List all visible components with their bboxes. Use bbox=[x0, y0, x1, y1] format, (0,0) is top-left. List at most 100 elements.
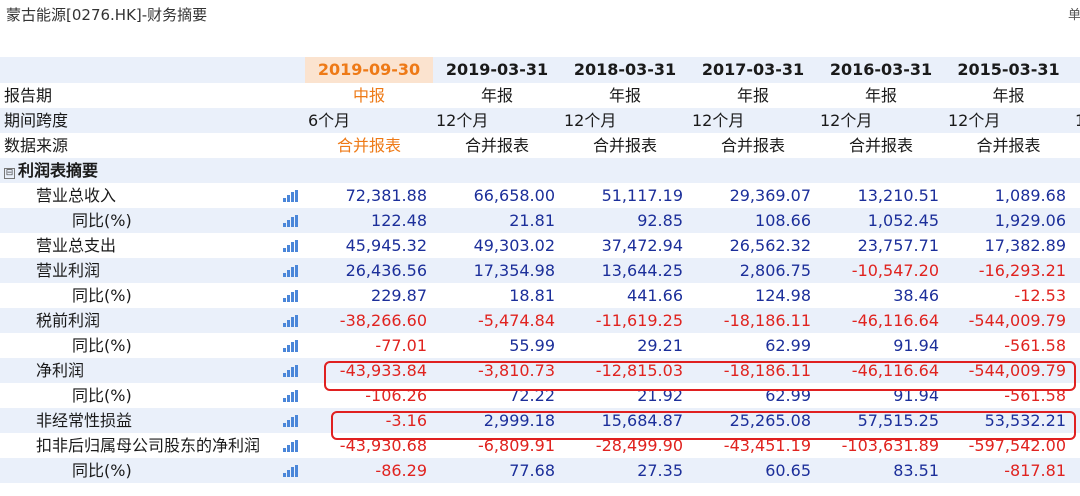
table-cell: -46,116.64 bbox=[851, 361, 939, 380]
table-row: 营业利润 26,436.56 17,354.98 13,644.25 2,806.75 -… bbox=[0, 258, 1080, 283]
table-cell: 6个月 bbox=[308, 111, 351, 130]
table-cell: 45,945.32 bbox=[345, 236, 427, 255]
section-title[interactable]: ⊟ 利润表摘要 bbox=[0, 158, 305, 183]
bar-chart-icon[interactable] bbox=[283, 190, 298, 202]
bar-chart-icon[interactable] bbox=[283, 315, 298, 327]
table-cell: -5,474.84 bbox=[477, 311, 555, 330]
row-label: 同比(%) bbox=[72, 286, 132, 305]
table-cell: 122.48 bbox=[371, 211, 427, 230]
row-label: 非经常性损益 bbox=[36, 411, 133, 430]
table-cell: 53,532.21 bbox=[984, 411, 1066, 430]
table-cell: 62.99 bbox=[765, 386, 811, 405]
row-label: 营业总收入 bbox=[36, 186, 117, 205]
meta-row-period-span: 期间跨度 6个月 12个月 12个月 12个月 12个月 12个月 1 bbox=[0, 108, 1080, 133]
table-cell: -561.58 bbox=[1004, 386, 1066, 405]
table-cell: 124.98 bbox=[755, 286, 811, 305]
bar-chart-icon[interactable] bbox=[283, 215, 298, 227]
unit-label: 单 bbox=[1068, 8, 1080, 23]
table-cell: 1,089.68 bbox=[994, 186, 1066, 205]
table-cell: -43,930.68 bbox=[339, 436, 427, 455]
bar-chart-icon[interactable] bbox=[283, 290, 298, 302]
table-cell: 12个月 bbox=[564, 111, 617, 130]
table-cell: 21.92 bbox=[637, 386, 683, 405]
table-cell: 49,303.02 bbox=[473, 236, 555, 255]
table-cell: 年报 bbox=[992, 86, 1025, 105]
bar-chart-icon[interactable] bbox=[283, 365, 298, 377]
table-cell: 38.46 bbox=[893, 286, 939, 305]
table-cell: -43,451.19 bbox=[723, 436, 811, 455]
table-cell: 91.94 bbox=[893, 336, 939, 355]
bar-chart-icon[interactable] bbox=[283, 415, 298, 427]
table-cell: 51,117.19 bbox=[601, 186, 683, 205]
header-blank bbox=[0, 57, 305, 83]
table-cell: 83.51 bbox=[893, 461, 939, 480]
table-cell: 年报 bbox=[864, 86, 897, 105]
table-cell: 2,999.18 bbox=[483, 411, 555, 430]
table-cell: 229.87 bbox=[371, 286, 427, 305]
table-row: 营业总收入 72,381.88 66,658.00 51,117.19 29,369.0… bbox=[0, 183, 1080, 208]
table-row: 净利润 -43,933.84 -3,810.73 -12,815.03 -18,186.… bbox=[0, 358, 1080, 383]
table-cell: -597,542.00 bbox=[968, 436, 1066, 455]
table-cell: -12.53 bbox=[1014, 286, 1066, 305]
table-row: 同比(%) -86.29 77.68 27.35 60.65 83.51 -817.81 bbox=[0, 458, 1080, 483]
collapse-icon[interactable]: ⊟ bbox=[4, 168, 15, 179]
table-cell: 合并报表 bbox=[848, 136, 913, 155]
table-cell: 92.85 bbox=[637, 211, 683, 230]
column-header[interactable]: 2015-03-31 bbox=[945, 57, 1072, 83]
financial-summary-table: 2019-09-30 2019-03-31 2018-03-31 2017-03… bbox=[0, 57, 1080, 483]
table-cell: -103,631.89 bbox=[841, 436, 939, 455]
row-label: 数据来源 bbox=[4, 136, 69, 155]
bar-chart-icon[interactable] bbox=[283, 265, 298, 277]
bar-chart-icon[interactable] bbox=[283, 390, 298, 402]
table-cell: 27.35 bbox=[637, 461, 683, 480]
table-cell: 2,806.75 bbox=[739, 261, 811, 280]
table-cell: 21.81 bbox=[509, 211, 555, 230]
table-cell: 1,929.06 bbox=[994, 211, 1066, 230]
table-cell: 55.99 bbox=[509, 336, 555, 355]
table-cell: 合并报表 bbox=[592, 136, 657, 155]
bar-chart-icon[interactable] bbox=[283, 465, 298, 477]
bar-chart-icon[interactable] bbox=[283, 440, 298, 452]
table-cell: -86.29 bbox=[375, 461, 427, 480]
bar-chart-icon[interactable] bbox=[283, 240, 298, 252]
table-cell: -18,186.11 bbox=[723, 311, 811, 330]
header-row: 2019-09-30 2019-03-31 2018-03-31 2017-03… bbox=[0, 57, 1080, 83]
table-cell: -106.26 bbox=[365, 386, 427, 405]
table-cell: 77.68 bbox=[509, 461, 555, 480]
table-row: 同比(%) 229.87 18.81 441.66 124.98 38.46 -12.53 bbox=[0, 283, 1080, 308]
table-cell: 108.66 bbox=[755, 211, 811, 230]
table-cell: -11,619.25 bbox=[595, 311, 683, 330]
page-title: 蒙古能源[0276.HK]-财务摘要 bbox=[6, 6, 208, 24]
table-cell: 62.99 bbox=[765, 336, 811, 355]
section-label: 利润表摘要 bbox=[18, 161, 99, 180]
meta-row-data-source: 数据来源 合并报表 合并报表 合并报表 合并报表 合并报表 合并报表 bbox=[0, 133, 1080, 158]
table-cell: -561.58 bbox=[1004, 336, 1066, 355]
table-cell: 合并报表 bbox=[464, 136, 529, 155]
table-cell: -817.81 bbox=[1004, 461, 1066, 480]
column-header[interactable]: 2017-03-31 bbox=[689, 57, 817, 83]
table-cell: -544,009.79 bbox=[968, 361, 1066, 380]
table-cell: 60.65 bbox=[765, 461, 811, 480]
table-cell: 12个月 bbox=[820, 111, 873, 130]
table-cell: -6,809.91 bbox=[477, 436, 555, 455]
table-cell: 合并报表 bbox=[336, 136, 401, 155]
section-income-statement: ⊟ 利润表摘要 bbox=[0, 158, 1080, 183]
column-header[interactable]: 2019-09-30 bbox=[305, 57, 433, 83]
table-cell: 13,644.25 bbox=[601, 261, 683, 280]
table-cell: -3.16 bbox=[385, 411, 427, 430]
column-header[interactable]: 2019-03-31 bbox=[433, 57, 561, 83]
table-cell: 17,382.89 bbox=[984, 236, 1066, 255]
table-cell: 26,562.32 bbox=[729, 236, 811, 255]
column-header[interactable]: 2016-03-31 bbox=[817, 57, 945, 83]
table-cell: 12个月 bbox=[692, 111, 745, 130]
table-cell: 66,658.00 bbox=[473, 186, 555, 205]
table-cell: 合并报表 bbox=[976, 136, 1041, 155]
table-cell: 25,265.08 bbox=[729, 411, 811, 430]
table-cell: -12,815.03 bbox=[595, 361, 683, 380]
row-label: 同比(%) bbox=[72, 461, 132, 480]
table-row: 非经常性损益 -3.16 2,999.18 15,684.87 25,265.08 57,… bbox=[0, 408, 1080, 433]
bar-chart-icon[interactable] bbox=[283, 340, 298, 352]
column-header[interactable]: 2018-03-31 bbox=[561, 57, 689, 83]
meta-row-report-period: 报告期 中报 年报 年报 年报 年报 年报 bbox=[0, 83, 1080, 108]
row-label: 净利润 bbox=[36, 361, 85, 380]
